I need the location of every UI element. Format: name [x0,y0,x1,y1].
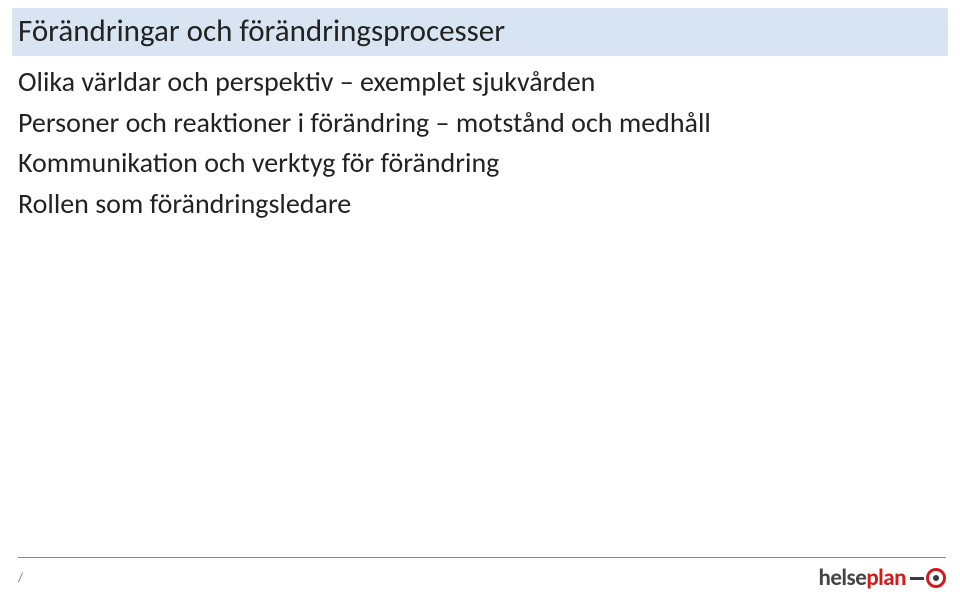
logo-dash-icon [910,577,924,580]
footer-row: / helseplan [18,564,946,592]
list-item: Kommunikation och verktyg för förändring [18,143,948,184]
footer: / helseplan [0,557,960,592]
logo-target-icon [926,568,946,588]
slide: Förändringar och förändringsprocesser Ol… [0,0,960,606]
footer-left-text: / [18,571,23,586]
logo-text-part1: helse [818,564,866,592]
logo: helseplan [818,564,946,592]
list-item: Rollen som förändringsledare [18,184,948,225]
list-item: Olika världar och perspektiv – exemplet … [18,62,948,103]
list-item: Personer och reaktioner i förändring – m… [18,103,948,144]
logo-dot-icon [933,575,939,581]
logo-text-part2: plan [866,564,906,592]
footer-rule [18,557,946,558]
title-bar: Förändringar och förändringsprocesser [12,8,948,56]
slide-title: Förändringar och förändringsprocesser [18,12,942,50]
body-list: Olika världar och perspektiv – exemplet … [12,62,948,224]
